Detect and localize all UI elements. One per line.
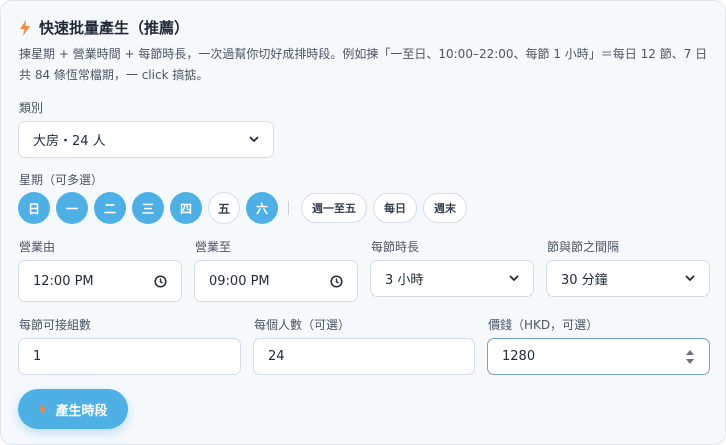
- category-label: 類別: [19, 101, 44, 115]
- day-wed-toggle[interactable]: 三: [132, 192, 164, 224]
- preset-weekdays-button[interactable]: 週一至五: [301, 193, 367, 223]
- panel-title-text: 快速批量產生（推薦）: [39, 19, 190, 37]
- day-thu-toggle[interactable]: 四: [170, 192, 202, 224]
- open-from-value: 12:00 PM: [33, 273, 94, 289]
- bulk-generate-panel: 快速批量產生（推薦） 揀星期 + 營業時間 + 每節時長，一次過幫你切好成排時段…: [0, 0, 726, 445]
- chevron-down-icon: [509, 275, 519, 282]
- people-label: 每個人數（可選）: [254, 318, 351, 332]
- clock-icon: [330, 274, 343, 288]
- people-value: 24: [268, 349, 285, 364]
- weekday-selector: 日 一 二 三 四 五 六 週一至五 每日 週末: [18, 192, 473, 224]
- generate-slots-button[interactable]: 產生時段: [18, 389, 128, 429]
- preset-weekend-button[interactable]: 週末: [423, 193, 467, 223]
- panel-title: 快速批量產生（推薦）: [19, 17, 189, 38]
- preset-everyday-button[interactable]: 每日: [373, 193, 417, 223]
- clock-icon: [154, 274, 167, 288]
- day-sun-toggle[interactable]: 日: [18, 192, 50, 224]
- slot-length-label: 每節時長: [371, 240, 420, 254]
- gap-label: 節與節之間隔: [547, 240, 620, 254]
- category-value: 大房・24 人: [33, 134, 106, 149]
- open-from-input[interactable]: 12:00 PM: [18, 260, 182, 302]
- divider: [288, 201, 289, 215]
- open-to-input[interactable]: 09:00 PM: [194, 260, 358, 302]
- generate-slots-label: 產生時段: [55, 403, 108, 419]
- gap-value: 30 分鐘: [561, 273, 608, 288]
- weekday-label: 星期（可多選）: [19, 173, 104, 187]
- groups-input[interactable]: 1: [18, 338, 241, 375]
- lightning-icon: [20, 19, 30, 36]
- chevron-down-icon: [249, 136, 259, 143]
- number-spinner-icon[interactable]: [685, 348, 695, 366]
- panel-description: 揀星期 + 營業時間 + 每節時長，一次過幫你切好成排時段。例如揀「一至日、10…: [19, 47, 708, 82]
- price-value: 1280: [502, 349, 536, 364]
- slot-length-select[interactable]: 3 小時: [370, 260, 534, 297]
- price-input[interactable]: 1280: [487, 338, 710, 375]
- chevron-down-icon: [685, 275, 695, 282]
- gap-select[interactable]: 30 分鐘: [546, 260, 710, 297]
- open-to-value: 09:00 PM: [209, 273, 270, 289]
- people-input[interactable]: 24: [253, 338, 475, 375]
- category-select[interactable]: 大房・24 人: [18, 121, 274, 158]
- groups-value: 1: [33, 349, 42, 364]
- day-mon-toggle[interactable]: 一: [56, 192, 88, 224]
- day-sat-toggle[interactable]: 六: [246, 192, 278, 224]
- day-fri-toggle[interactable]: 五: [208, 192, 240, 224]
- groups-label: 每節可接組數: [19, 318, 92, 332]
- open-to-label: 營業至: [195, 240, 232, 254]
- lightning-icon: [39, 403, 47, 415]
- open-from-label: 營業由: [19, 240, 56, 254]
- day-tue-toggle[interactable]: 二: [94, 192, 126, 224]
- slot-length-value: 3 小時: [385, 273, 424, 288]
- price-label: 價錢（HKD，可選）: [488, 318, 599, 332]
